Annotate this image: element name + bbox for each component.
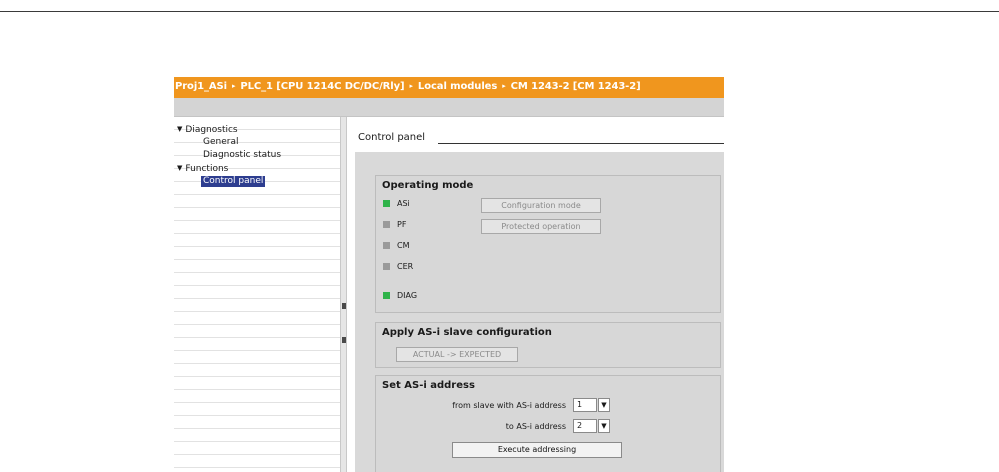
from-address-value[interactable]: 1 [573, 398, 597, 412]
tree-row [174, 247, 340, 260]
tree-item-general[interactable]: General [203, 137, 238, 148]
tree-item-functions[interactable]: ▼ Functions [177, 163, 228, 174]
collapse-right-icon[interactable] [342, 337, 346, 343]
from-address-select[interactable]: 1 ▼ [573, 398, 610, 412]
tree-row [174, 325, 340, 338]
tree-row [174, 390, 340, 403]
tree-row [174, 377, 340, 390]
dropdown-arrow-icon[interactable]: ▼ [598, 398, 610, 412]
tree-row [174, 338, 340, 351]
caret-down-icon[interactable]: ▼ [177, 163, 182, 174]
protected-operation-button[interactable]: Protected operation [481, 219, 601, 234]
tree-row [174, 273, 340, 286]
tree-row [174, 364, 340, 377]
to-address-select[interactable]: 2 ▼ [573, 419, 610, 433]
breadcrumb-item-local-modules[interactable]: Local modules [418, 81, 497, 92]
configuration-mode-button[interactable]: Configuration mode [481, 198, 601, 213]
control-panel-area: Operating mode ASi PF CM CER DIAG Config… [355, 152, 724, 472]
to-address-value[interactable]: 2 [573, 419, 597, 433]
status-led-icon [383, 221, 390, 228]
tree-row [174, 286, 340, 299]
group-title: Apply AS-i slave configuration [382, 327, 552, 338]
from-address-label: from slave with AS-i address [452, 401, 566, 410]
status-led-icon [383, 263, 390, 270]
page-top-rule [0, 11, 999, 12]
tree-item-label: Control panel [203, 176, 264, 186]
tree-row [174, 429, 340, 442]
led-label: DIAG [397, 291, 418, 300]
tree-row [174, 195, 340, 208]
tree-item-label: Functions [185, 164, 229, 174]
group-title: Operating mode [382, 180, 474, 191]
breadcrumb-item-module[interactable]: CM 1243-2 [CM 1243-2] [511, 81, 641, 92]
device-config-window: Proj1_ASi ▸ PLC_1 [CPU 1214C DC/DC/Rly] ▸ Lo… [174, 77, 724, 472]
tree-item-label: General [203, 137, 239, 147]
breadcrumb-separator-icon: ▸ [409, 82, 414, 90]
breadcrumb: Proj1_ASi ▸ PLC_1 [CPU 1214C DC/DC/Rly] ▸ Lo… [175, 81, 641, 92]
toolbar-strip [174, 98, 724, 117]
tree-row [174, 260, 340, 273]
pane-splitter[interactable] [340, 117, 347, 472]
operating-mode-group: Operating mode ASi PF CM CER DIAG Config… [375, 175, 721, 313]
breadcrumb-separator-icon: ▸ [232, 82, 236, 90]
tree-row [174, 455, 340, 468]
breadcrumb-bar: Proj1_ASi ▸ PLC_1 [CPU 1214C DC/DC/Rly] ▸ Lo… [174, 77, 724, 98]
led-label: ASi [397, 199, 410, 208]
group-title: Set AS-i address [382, 380, 475, 391]
status-led-icon [383, 292, 390, 299]
tree-item-control-panel[interactable]: Control panel [201, 176, 266, 187]
status-led-icon [383, 242, 390, 249]
dropdown-arrow-icon[interactable]: ▼ [598, 419, 610, 433]
breadcrumb-item-plc[interactable]: PLC_1 [CPU 1214C DC/DC/Rly] [240, 81, 404, 92]
to-address-label: to AS-i address [505, 422, 566, 431]
breadcrumb-separator-icon: ▸ [502, 82, 506, 90]
apply-config-group: Apply AS-i slave configuration ACTUAL ->… [375, 322, 721, 368]
set-address-group: Set AS-i address from slave with AS-i ad… [375, 375, 721, 472]
tree-item-label: Diagnostic status [203, 150, 282, 160]
led-label: CM [397, 241, 410, 250]
tree-row [174, 351, 340, 364]
tree-item-diagnostic-status[interactable]: Diagnostic status [203, 150, 281, 161]
tree-item-label: Diagnostics [185, 125, 238, 135]
tree-item-diagnostics[interactable]: ▼ Diagnostics [177, 124, 238, 135]
tree-row [174, 403, 340, 416]
led-label: CER [397, 262, 414, 271]
caret-down-icon[interactable]: ▼ [177, 124, 182, 135]
tree-row [174, 312, 340, 325]
execute-addressing-button[interactable]: Execute addressing [452, 442, 622, 458]
tree-row [174, 234, 340, 247]
breadcrumb-item-project[interactable]: Proj1_ASi [175, 81, 227, 92]
collapse-left-icon[interactable] [342, 303, 346, 309]
status-led-icon [383, 200, 390, 207]
led-label: PF [397, 220, 407, 229]
tree-row [174, 208, 340, 221]
navigation-tree: ▼ Diagnostics General Diagnostic status ▼… [174, 117, 340, 472]
tree-row [174, 221, 340, 234]
actual-to-expected-button[interactable]: ACTUAL -> EXPECTED [396, 347, 518, 362]
control-panel-pane: Control panel Operating mode ASi PF CM C… [347, 117, 724, 472]
title-divider [438, 143, 724, 144]
tree-row [174, 416, 340, 429]
tree-row [174, 442, 340, 455]
page-title: Control panel [358, 132, 426, 143]
tree-row [174, 299, 340, 312]
